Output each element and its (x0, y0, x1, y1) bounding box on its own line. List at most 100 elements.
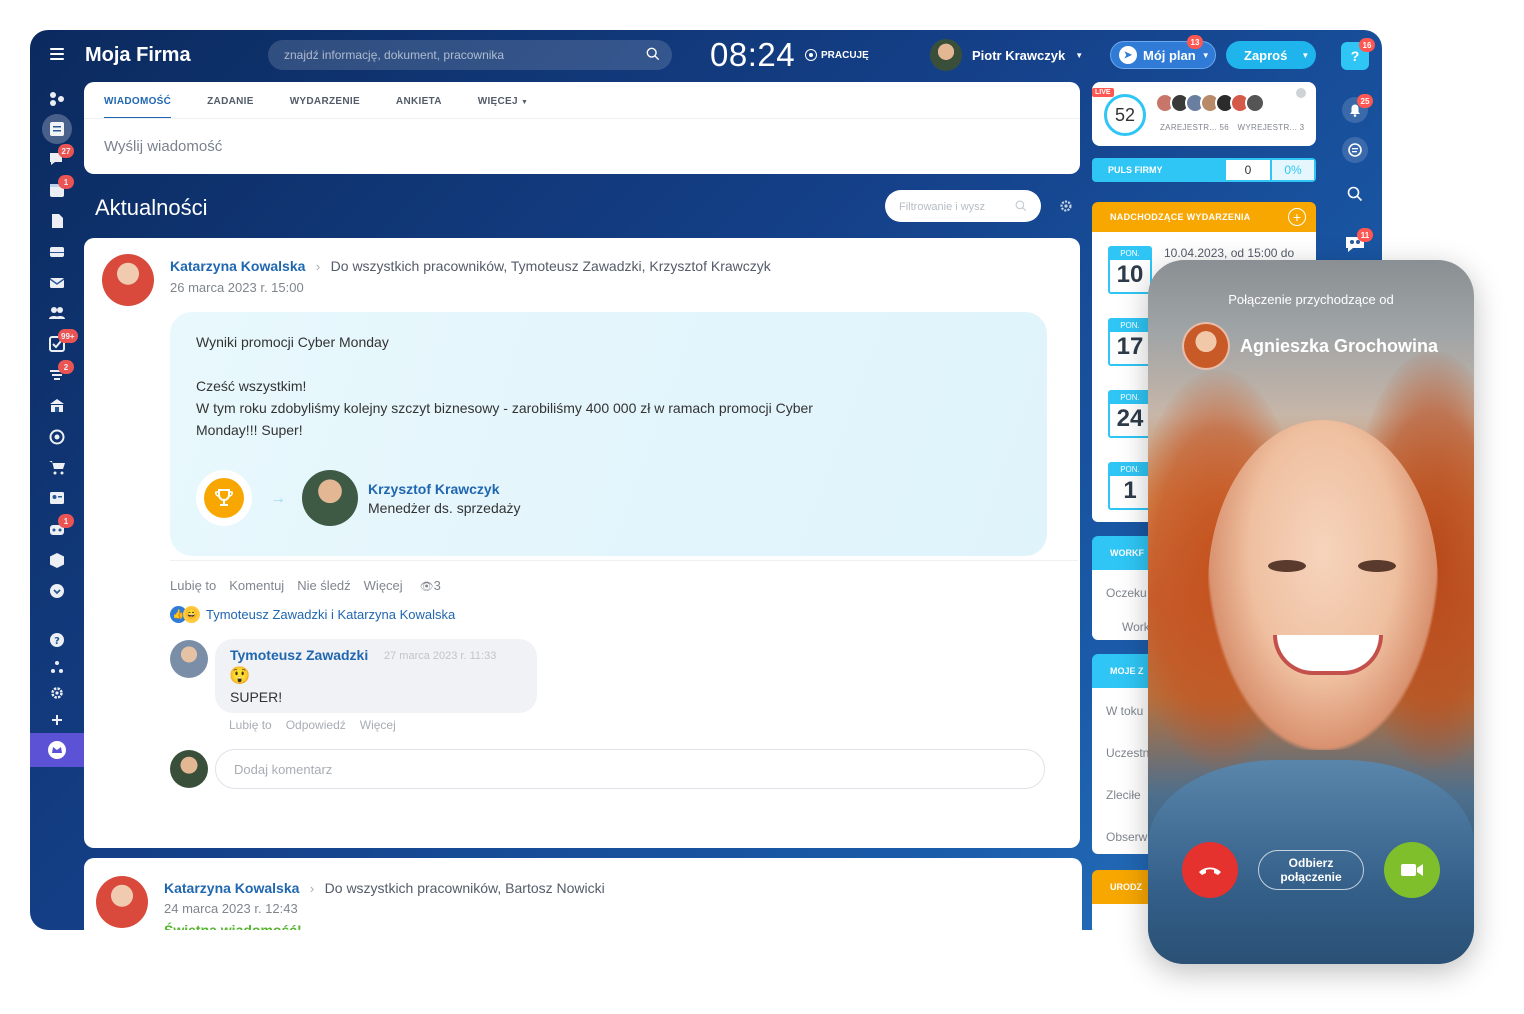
post-destination[interactable]: Do wszystkich pracowników, Tymoteusz Zaw… (331, 258, 771, 274)
comment-bubble: Tymoteusz Zawadzki 27 marca 2023 r. 11:3… (215, 639, 537, 713)
decline-call-button[interactable] (1182, 842, 1238, 898)
author-avatar[interactable] (102, 254, 154, 306)
search-input[interactable]: znajdź informację, dokument, pracownika (268, 40, 672, 70)
sidebar-item-bank[interactable] (48, 397, 66, 415)
drive-icon (50, 247, 64, 257)
sidebar-item-inventory[interactable] (48, 551, 66, 569)
call-title: Połączenie przychodzące od (1228, 292, 1394, 307)
post-header: Katarzyna Kowalska › Do wszystkich praco… (170, 258, 771, 276)
upgrade-button[interactable] (30, 733, 84, 767)
my-plan-button[interactable]: ➤ Mój plan ▼ 13 (1110, 35, 1216, 69)
search-icon[interactable] (646, 47, 660, 61)
more-button[interactable]: Więcej (364, 578, 403, 593)
recipient-avatar[interactable] (302, 470, 358, 526)
workflow-item[interactable]: Oczeku (1106, 586, 1147, 600)
task-filter-item[interactable]: Zleciłe (1106, 788, 1141, 802)
sidebar-item-crm[interactable]: 2 (48, 360, 74, 384)
post-date[interactable]: 24 marca 2023 r. 12:43 (164, 901, 298, 916)
post-author-link[interactable]: Katarzyna Kowalska (170, 258, 305, 274)
sidebar-item-tasks[interactable]: 99+ (48, 329, 78, 353)
comment-button[interactable]: Komentuj (229, 578, 284, 593)
views-count: 3 (433, 578, 441, 593)
sidebar-item-apps[interactable] (48, 90, 66, 108)
liked-by-text[interactable]: Tymoteusz Zawadzki i Katarzyna Kowalska (206, 607, 455, 622)
group-chat-button[interactable]: 11 (1341, 228, 1373, 258)
tab-message[interactable]: WIADOMOŚĆ (104, 96, 172, 119)
user-name: Piotr Krawczyk (972, 47, 1066, 63)
left-sidebar: 27 1 99+ 2 1 ? (30, 82, 84, 930)
invite-button[interactable]: Zaproś ▼ (1226, 41, 1316, 69)
recipient-name[interactable]: Krzysztof Krawczyk (368, 481, 521, 497)
sidebar-item-drive[interactable] (48, 243, 66, 261)
comment-date[interactable]: 27 marca 2023 r. 11:33 (384, 650, 496, 662)
message-input[interactable]: Wyślij wiadomość (104, 138, 222, 155)
notifications-button[interactable]: 25 (1341, 94, 1373, 124)
event-date[interactable]: PON. 10 (1108, 246, 1152, 294)
sidebar-item-employees[interactable] (48, 304, 66, 322)
comment-reply-button[interactable]: Odpowiedź (286, 718, 346, 732)
like-button[interactable]: Lubię to (170, 578, 216, 593)
live-stats-widget[interactable]: LIVE 52 ZAREJESTR... 56 WYREJESTR... 3 (1092, 82, 1316, 146)
sidebar-item-settings[interactable] (48, 684, 66, 702)
messages-button[interactable] (1341, 136, 1369, 164)
likes-summary[interactable]: 👍 😄 Tymoteusz Zawadzki i Katarzyna Kowal… (170, 606, 455, 623)
sidebar-item-documents[interactable] (48, 212, 66, 230)
task-filter-item[interactable]: W toku (1106, 704, 1143, 718)
feed-settings-icon[interactable] (1058, 198, 1074, 214)
accept-call-button[interactable]: Odbierz połączenie (1258, 850, 1364, 890)
sidebar-item-chat[interactable]: 27 (48, 144, 74, 168)
sidebar-item-sites[interactable] (48, 489, 66, 507)
filter-search-input[interactable]: Filtrowanie i wysz (885, 190, 1041, 222)
event-text[interactable]: 10.04.2023, od 15:00 do (1164, 246, 1294, 260)
add-comment-input[interactable]: Dodaj komentarz (215, 749, 1045, 789)
sidebar-item-help[interactable]: ? (48, 631, 66, 649)
search-button[interactable] (1341, 180, 1369, 208)
comment-like-button[interactable]: Lubię to (229, 718, 272, 732)
event-date[interactable]: PON. 1 (1108, 462, 1152, 510)
commenter-avatar[interactable] (170, 640, 208, 678)
tab-event[interactable]: WYDARZENIE (290, 96, 360, 119)
task-filter-item[interactable]: Uczestn (1106, 746, 1149, 760)
company-pulse-widget[interactable]: PULS FIRMY 0 0% (1092, 158, 1316, 182)
task-filter-item[interactable]: Obserw (1106, 830, 1147, 844)
sidebar-item-structure[interactable] (48, 658, 66, 676)
sidebar-item-calendar[interactable]: 1 (48, 175, 74, 199)
author-avatar[interactable] (96, 876, 148, 928)
info-icon[interactable] (1296, 88, 1306, 98)
views-counter[interactable]: 👁3 (420, 578, 441, 593)
event-day: PON. (1110, 392, 1150, 404)
sidebar-item-shop[interactable] (48, 458, 66, 476)
chat-badge: 27 (58, 144, 74, 158)
company-name[interactable]: Moja Firma (85, 44, 191, 67)
add-event-icon[interactable]: + (1288, 208, 1306, 226)
caller-avatar (1182, 322, 1230, 370)
comment-text: SUPER! (230, 689, 283, 705)
user-menu[interactable]: Piotr Krawczyk ▼ (930, 39, 1083, 71)
post-date[interactable]: 26 marca 2023 r. 15:00 (170, 280, 304, 295)
unfollow-button[interactable]: Nie śledź (297, 578, 350, 593)
workflow-item[interactable]: Work (1122, 620, 1150, 634)
tab-task[interactable]: ZADANIE (207, 96, 254, 119)
post-author-link[interactable]: Katarzyna Kowalska (164, 880, 299, 896)
event-date[interactable]: PON. 24 (1108, 390, 1152, 438)
post-header: Katarzyna Kowalska › Do wszystkich praco… (164, 880, 605, 898)
sidebar-item-add[interactable] (48, 711, 66, 729)
work-status[interactable]: PRACUJĘ (805, 49, 869, 61)
event-date[interactable]: PON. 17 (1108, 318, 1152, 366)
menu-icon[interactable] (50, 48, 64, 60)
comment-more-button[interactable]: Więcej (360, 718, 396, 732)
sidebar-item-feed[interactable] (48, 120, 66, 138)
sidebar-item-mail[interactable] (48, 274, 66, 292)
help-button[interactable]: ? 16 (1341, 38, 1375, 70)
tab-more[interactable]: WIĘCEJ ▼ (478, 96, 528, 119)
post-destination[interactable]: Do wszystkich pracowników, Bartosz Nowic… (325, 880, 605, 896)
tab-poll[interactable]: ANKIETA (396, 96, 442, 119)
sidebar-item-bot[interactable]: 1 (48, 514, 74, 538)
sidebar-item-marketing[interactable] (48, 428, 66, 446)
post-title: Wyniki promocji Cyber Monday (196, 334, 389, 350)
search-icon[interactable] (1015, 200, 1027, 212)
video-call-button[interactable] (1384, 842, 1440, 898)
comment-author[interactable]: Tymoteusz Zawadzki (230, 647, 368, 663)
participant-avatars (1155, 93, 1265, 113)
sidebar-item-more[interactable] (48, 582, 66, 600)
